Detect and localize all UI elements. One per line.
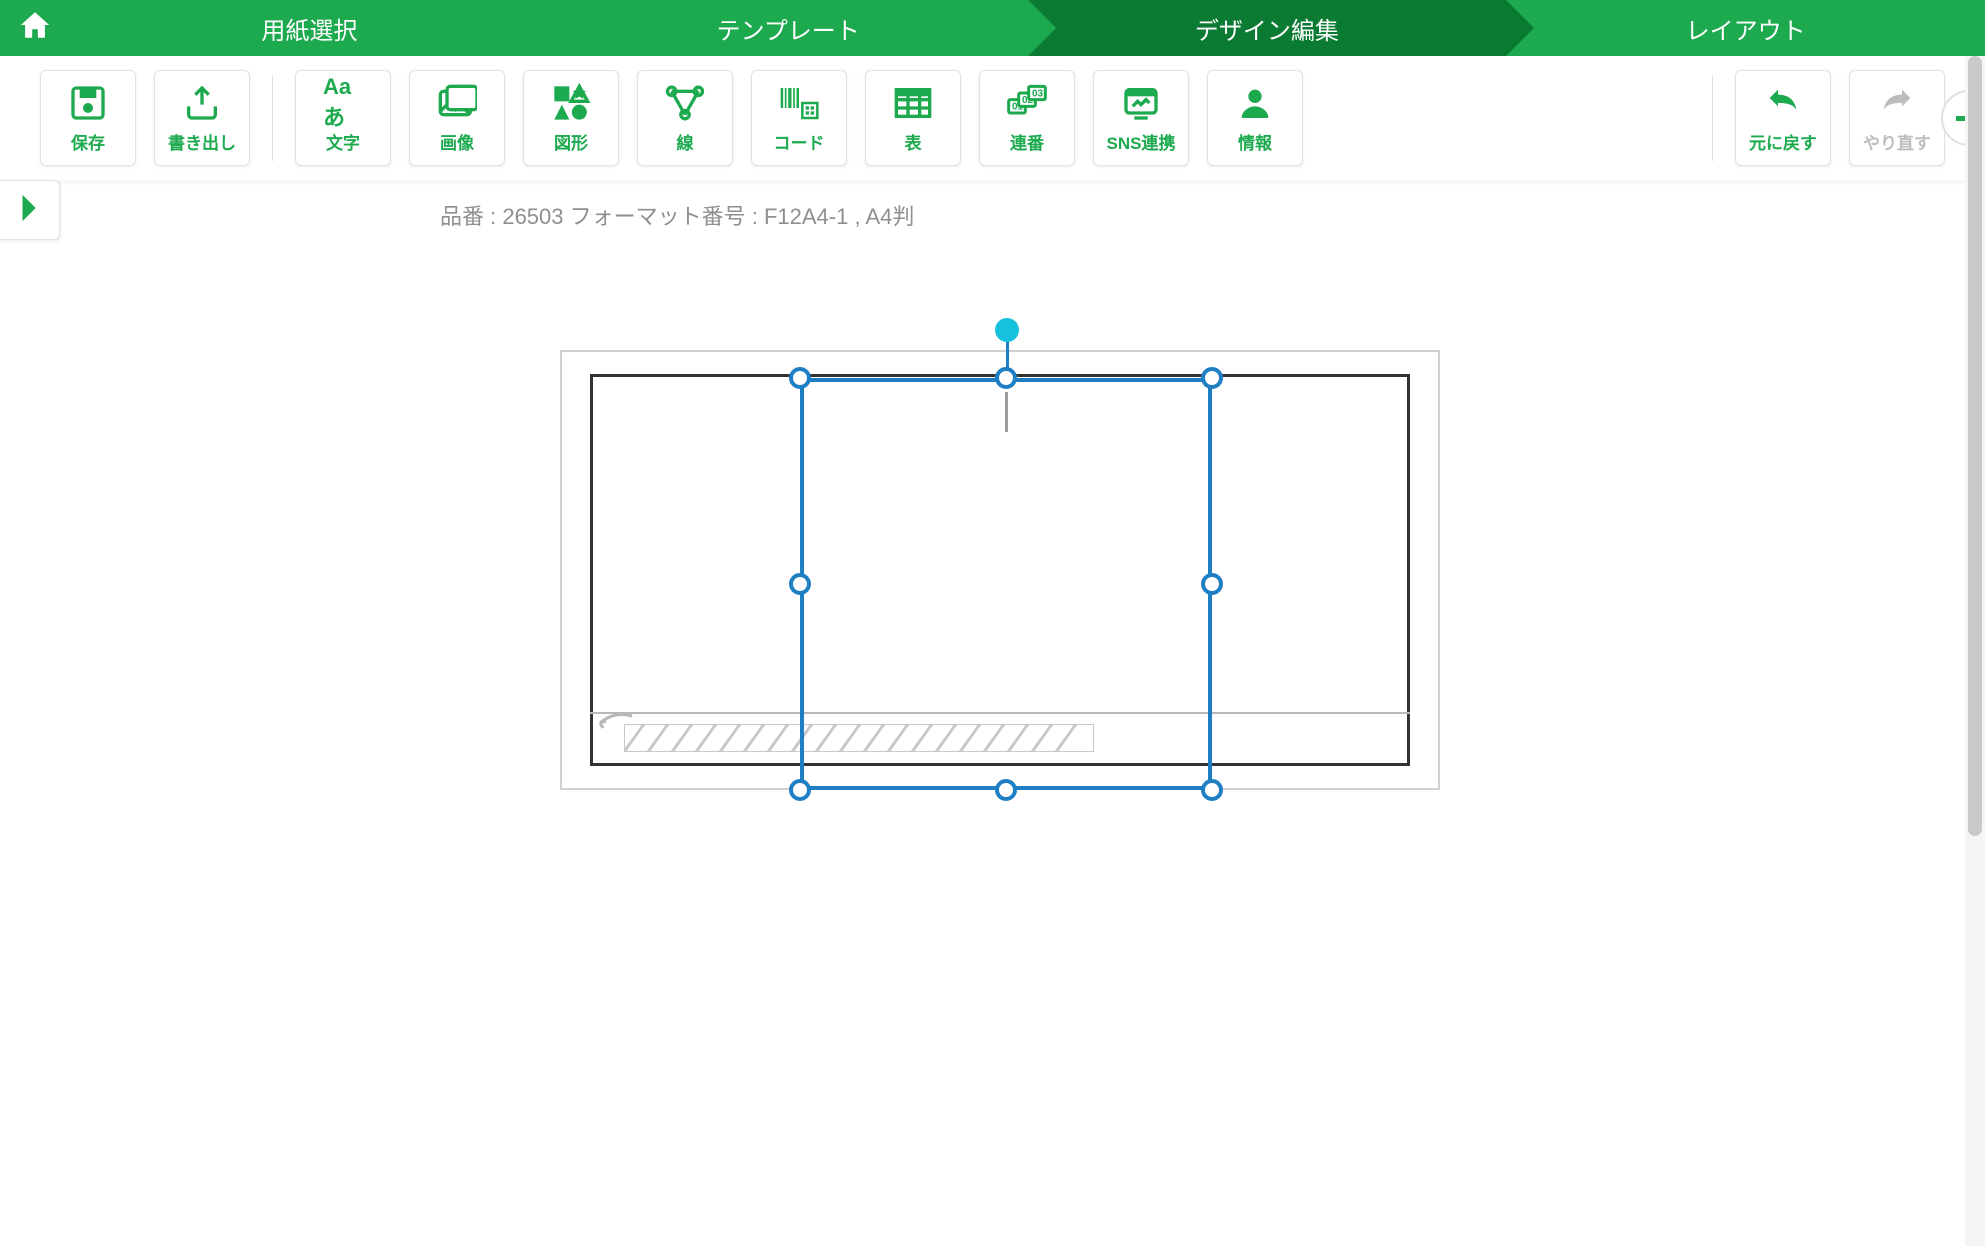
shape-button[interactable]: 図形 [523, 70, 619, 166]
tool-label: 元に戻す [1749, 129, 1817, 154]
canvas[interactable] [0, 250, 1985, 1246]
text-cursor [1005, 392, 1008, 432]
code-button[interactable]: コード [751, 70, 847, 166]
selection-box[interactable] [800, 378, 1212, 790]
tool-label: 画像 [440, 129, 474, 154]
line-button[interactable]: 線 [637, 70, 733, 166]
step-nav: 用紙選択 テンプレート デザイン編集 レイアウト [0, 0, 1985, 56]
home-button[interactable] [0, 0, 70, 56]
step-design[interactable]: デザイン編集 [1028, 0, 1507, 56]
tool-label: 表 [905, 129, 922, 154]
sns-button[interactable]: SNS連携 [1093, 70, 1189, 166]
serial-icon: 010203 [1007, 83, 1047, 123]
separator [272, 75, 273, 161]
barcode-icon [779, 83, 819, 123]
step-template[interactable]: テンプレート [549, 0, 1028, 56]
toolbar: 保存 書き出し Aaあ 文字 画像 [0, 56, 1985, 180]
text-button[interactable]: Aaあ 文字 [295, 70, 391, 166]
tool-label: 情報 [1238, 129, 1272, 154]
table-button[interactable]: 表 [865, 70, 961, 166]
separator [1712, 75, 1713, 161]
export-button[interactable]: 書き出し [154, 70, 250, 166]
resize-handle-s[interactable] [995, 779, 1017, 801]
vertical-scrollbar[interactable] [1965, 56, 1985, 1246]
home-icon [18, 8, 52, 49]
step-label: デザイン編集 [1195, 11, 1339, 46]
info-bar: 品番 : 26503 フォーマット番号 : F12A4-1 , A4判 [0, 180, 1985, 250]
redo-button[interactable]: やり直す [1849, 70, 1945, 166]
tool-label: 連番 [1010, 129, 1044, 154]
scrollbar-thumb[interactable] [1968, 56, 1982, 836]
step-label: テンプレート [716, 11, 859, 46]
step-layout[interactable]: レイアウト [1506, 0, 1985, 56]
paper-info-text: 品番 : 26503 フォーマット番号 : F12A4-1 , A4判 [440, 199, 914, 231]
export-icon [182, 83, 222, 123]
sns-icon [1121, 83, 1161, 123]
resize-handle-nw[interactable] [789, 367, 811, 389]
info-button[interactable]: 情報 [1207, 70, 1303, 166]
step-label: レイアウト [1686, 11, 1806, 46]
tool-label: 図形 [554, 129, 588, 154]
chevron-right-icon [19, 193, 41, 228]
table-icon [893, 83, 933, 123]
resize-handle-w[interactable] [789, 573, 811, 595]
step-label: 用紙選択 [261, 11, 357, 46]
shape-icon [551, 83, 591, 123]
resize-handle-se[interactable] [1201, 779, 1223, 801]
image-button[interactable]: 画像 [409, 70, 505, 166]
undo-button[interactable]: 元に戻す [1735, 70, 1831, 166]
resize-handle-sw[interactable] [789, 779, 811, 801]
person-icon [1235, 83, 1275, 123]
tool-label: 保存 [71, 129, 105, 154]
text-icon: Aaあ [323, 83, 363, 123]
image-icon [437, 83, 477, 123]
resize-handle-e[interactable] [1201, 573, 1223, 595]
save-icon [68, 83, 108, 123]
redo-icon [1877, 83, 1917, 123]
undo-icon [1763, 83, 1803, 123]
rotation-handle[interactable] [995, 318, 1019, 342]
save-button[interactable]: 保存 [40, 70, 136, 166]
tool-label: 線 [677, 129, 694, 154]
resize-handle-n[interactable] [995, 367, 1017, 389]
tool-label: コード [774, 129, 825, 154]
tool-label: SNS連携 [1107, 129, 1176, 154]
tool-label: 書き出し [168, 129, 236, 154]
tool-label: 文字 [326, 129, 360, 154]
expand-panel-button[interactable] [0, 180, 60, 240]
svg-text:03: 03 [1032, 88, 1044, 99]
step-paper[interactable]: 用紙選択 [70, 0, 549, 56]
resize-handle-ne[interactable] [1201, 367, 1223, 389]
tool-label: やり直す [1863, 129, 1931, 154]
serial-button[interactable]: 010203 連番 [979, 70, 1075, 166]
line-icon [665, 83, 705, 123]
